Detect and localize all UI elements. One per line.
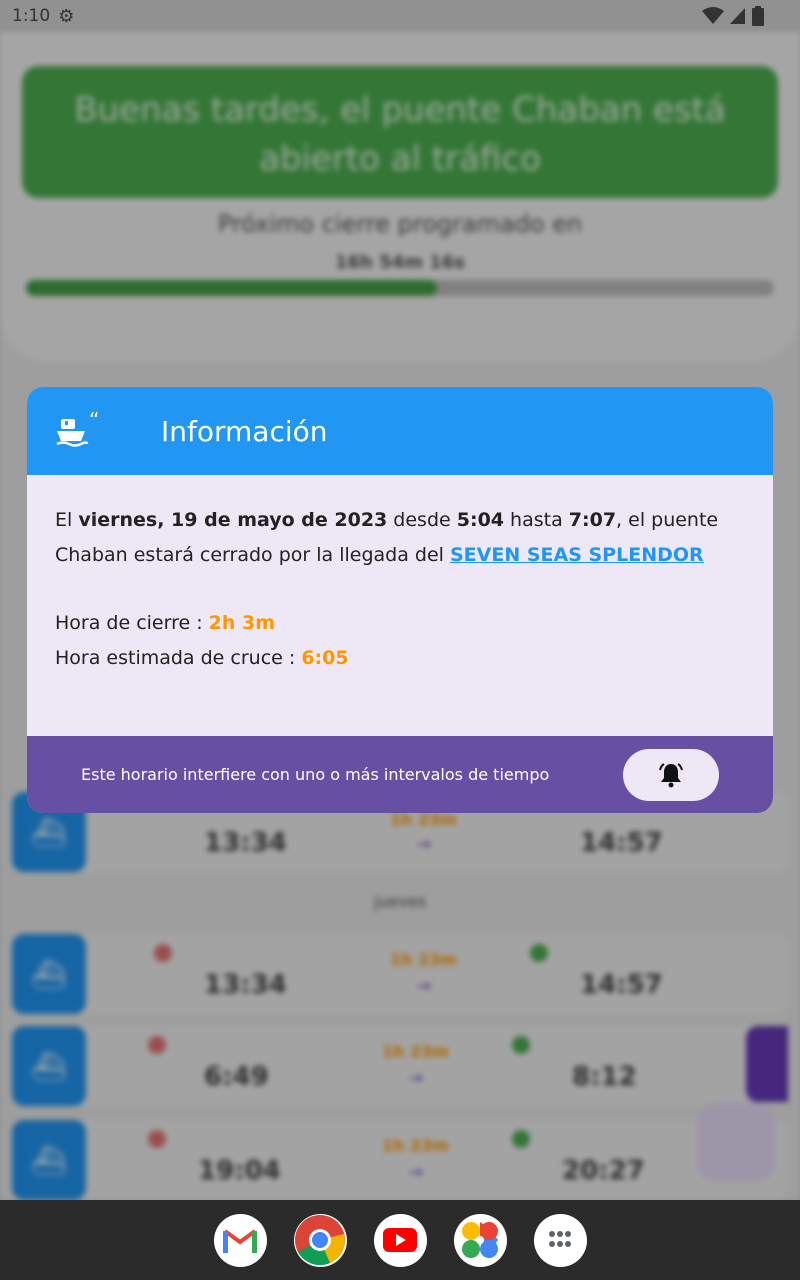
end-time: 7:07: [568, 509, 617, 531]
ship-horn-icon: “: [55, 411, 107, 451]
dialog-title: Información: [161, 414, 328, 448]
cell-signal-icon: [730, 8, 745, 24]
info-dialog: “ Información El viernes, 19 de mayo de …: [27, 387, 773, 813]
app-drawer-icon[interactable]: [533, 1213, 587, 1267]
closure-description: El viernes, 19 de mayo de 2023 desde 5:0…: [55, 509, 719, 566]
battery-icon: [752, 6, 764, 26]
closure-date: viernes, 19 de mayo de 2023: [78, 509, 388, 531]
svg-text:“: “: [89, 411, 99, 432]
start-time: 5:04: [456, 509, 505, 531]
navigation-bar: [0, 1200, 800, 1280]
alarm-bell-button[interactable]: [623, 748, 719, 801]
settings-gear-icon: ⚙: [58, 5, 75, 27]
wifi-icon: [702, 7, 724, 24]
status-bar: 1:10 ⚙: [0, 0, 800, 32]
chrome-icon[interactable]: [293, 1213, 347, 1267]
dialog-body: El viernes, 19 de mayo de 2023 desde 5:0…: [27, 475, 773, 675]
ship-link[interactable]: SEVEN SEAS SPLENDOR: [450, 544, 704, 566]
closing-duration-line: Hora de cierre : 2h 3m: [55, 612, 276, 634]
alarm-bell-icon: [659, 762, 683, 787]
photos-icon[interactable]: [453, 1213, 507, 1267]
status-time: 1:10: [12, 6, 51, 26]
crossing-time-value: 6:05: [301, 646, 349, 669]
dialog-footer: Este horario interfiere con uno o más in…: [27, 736, 773, 813]
gmail-icon[interactable]: [213, 1213, 267, 1267]
crossing-time-line: Hora estimada de cruce : 6:05: [55, 646, 349, 669]
youtube-icon[interactable]: [373, 1213, 427, 1267]
conflict-warning-text: Este horario interfiere con uno o más in…: [81, 765, 550, 784]
dialog-header: “ Información: [27, 387, 773, 475]
closing-duration-value: 2h 3m: [208, 612, 276, 634]
